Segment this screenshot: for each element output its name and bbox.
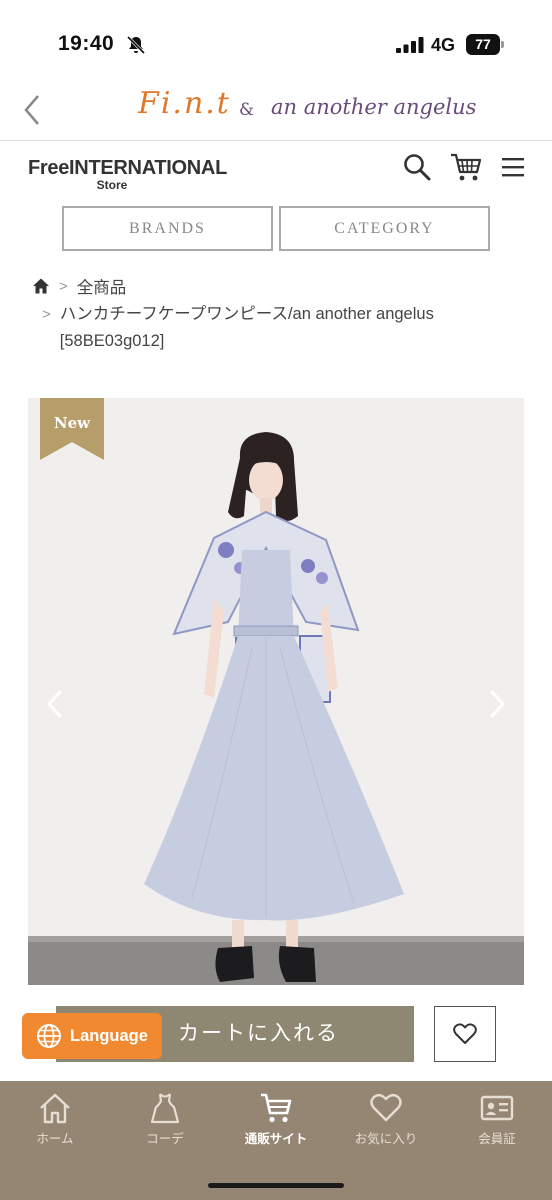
cart-icon (261, 1093, 292, 1123)
carousel-prev-icon[interactable] (44, 688, 66, 720)
language-button[interactable]: Language (22, 1013, 162, 1059)
carousel-next-icon[interactable] (486, 688, 508, 720)
breadcrumb-all-products[interactable]: 全商品 (77, 274, 127, 298)
product-image[interactable]: New (28, 398, 524, 985)
home-icon[interactable] (32, 277, 50, 295)
brand-logo-an-another-angelus: an another angelus (271, 95, 477, 119)
breadcrumb: > 全商品 > ハンカチーフケープワンピース/an another angelu… (32, 273, 532, 355)
product-photo (28, 398, 524, 985)
home-indicator (208, 1183, 344, 1188)
battery-level: 77 (466, 34, 500, 55)
signal-icon (396, 37, 424, 53)
favorite-button[interactable] (434, 1006, 496, 1062)
tab-member-card[interactable]: 会員証 (442, 1091, 552, 1147)
language-label: Language (70, 1026, 148, 1045)
chevron-right-icon: > (42, 306, 51, 323)
store-logo-main: FreeINTERNATIONAL (28, 157, 227, 179)
store-logo[interactable]: FreeINTERNATIONAL Store (28, 157, 227, 192)
bell-off-icon (126, 35, 146, 55)
breadcrumb-current-product: ハンカチーフケープワンピース/an another angelus [58BE0… (59, 305, 434, 350)
tab-coordinate[interactable]: コーデ (110, 1091, 220, 1147)
network-type: 4G (431, 35, 456, 55)
store-logo-sub: Store (96, 178, 128, 192)
heart-icon (370, 1093, 402, 1122)
tab-coordinate-label: コーデ (146, 1132, 184, 1146)
status-time: 19:40 (58, 32, 115, 55)
hamburger-menu-icon[interactable] (502, 156, 524, 178)
tab-favorites-label: お気に入り (354, 1132, 418, 1146)
tab-member-card-label: 会員証 (478, 1132, 516, 1146)
tab-online-store[interactable]: 通販サイト (221, 1091, 331, 1147)
tab-home-label: ホーム (36, 1132, 74, 1146)
member-card-icon (480, 1095, 514, 1121)
brands-button[interactable]: BRANDS (62, 206, 273, 251)
search-icon[interactable] (402, 152, 432, 182)
tab-online-store-label: 通販サイト (244, 1132, 308, 1146)
category-button[interactable]: CATEGORY (279, 206, 490, 251)
home-icon (40, 1093, 70, 1124)
chevron-right-icon: > (59, 277, 68, 295)
dress-icon (150, 1093, 180, 1124)
globe-icon (37, 1024, 61, 1048)
brand-logo-fint: Fi.n.t (138, 86, 231, 121)
tab-home[interactable]: ホーム (0, 1091, 110, 1147)
tab-favorites[interactable]: お気に入り (331, 1091, 441, 1147)
app-header: Fi.n.t & an another angelus (0, 80, 552, 141)
battery-icon: 77 (466, 34, 504, 55)
heart-icon (453, 1023, 477, 1044)
brand-ampersand: & (239, 100, 255, 120)
battery-tip (501, 41, 504, 48)
back-chevron-icon[interactable] (18, 90, 48, 130)
new-badge-label: New (53, 414, 91, 432)
cart-icon[interactable] (450, 152, 482, 182)
status-bar: 19:40 4G 77 (0, 0, 552, 80)
